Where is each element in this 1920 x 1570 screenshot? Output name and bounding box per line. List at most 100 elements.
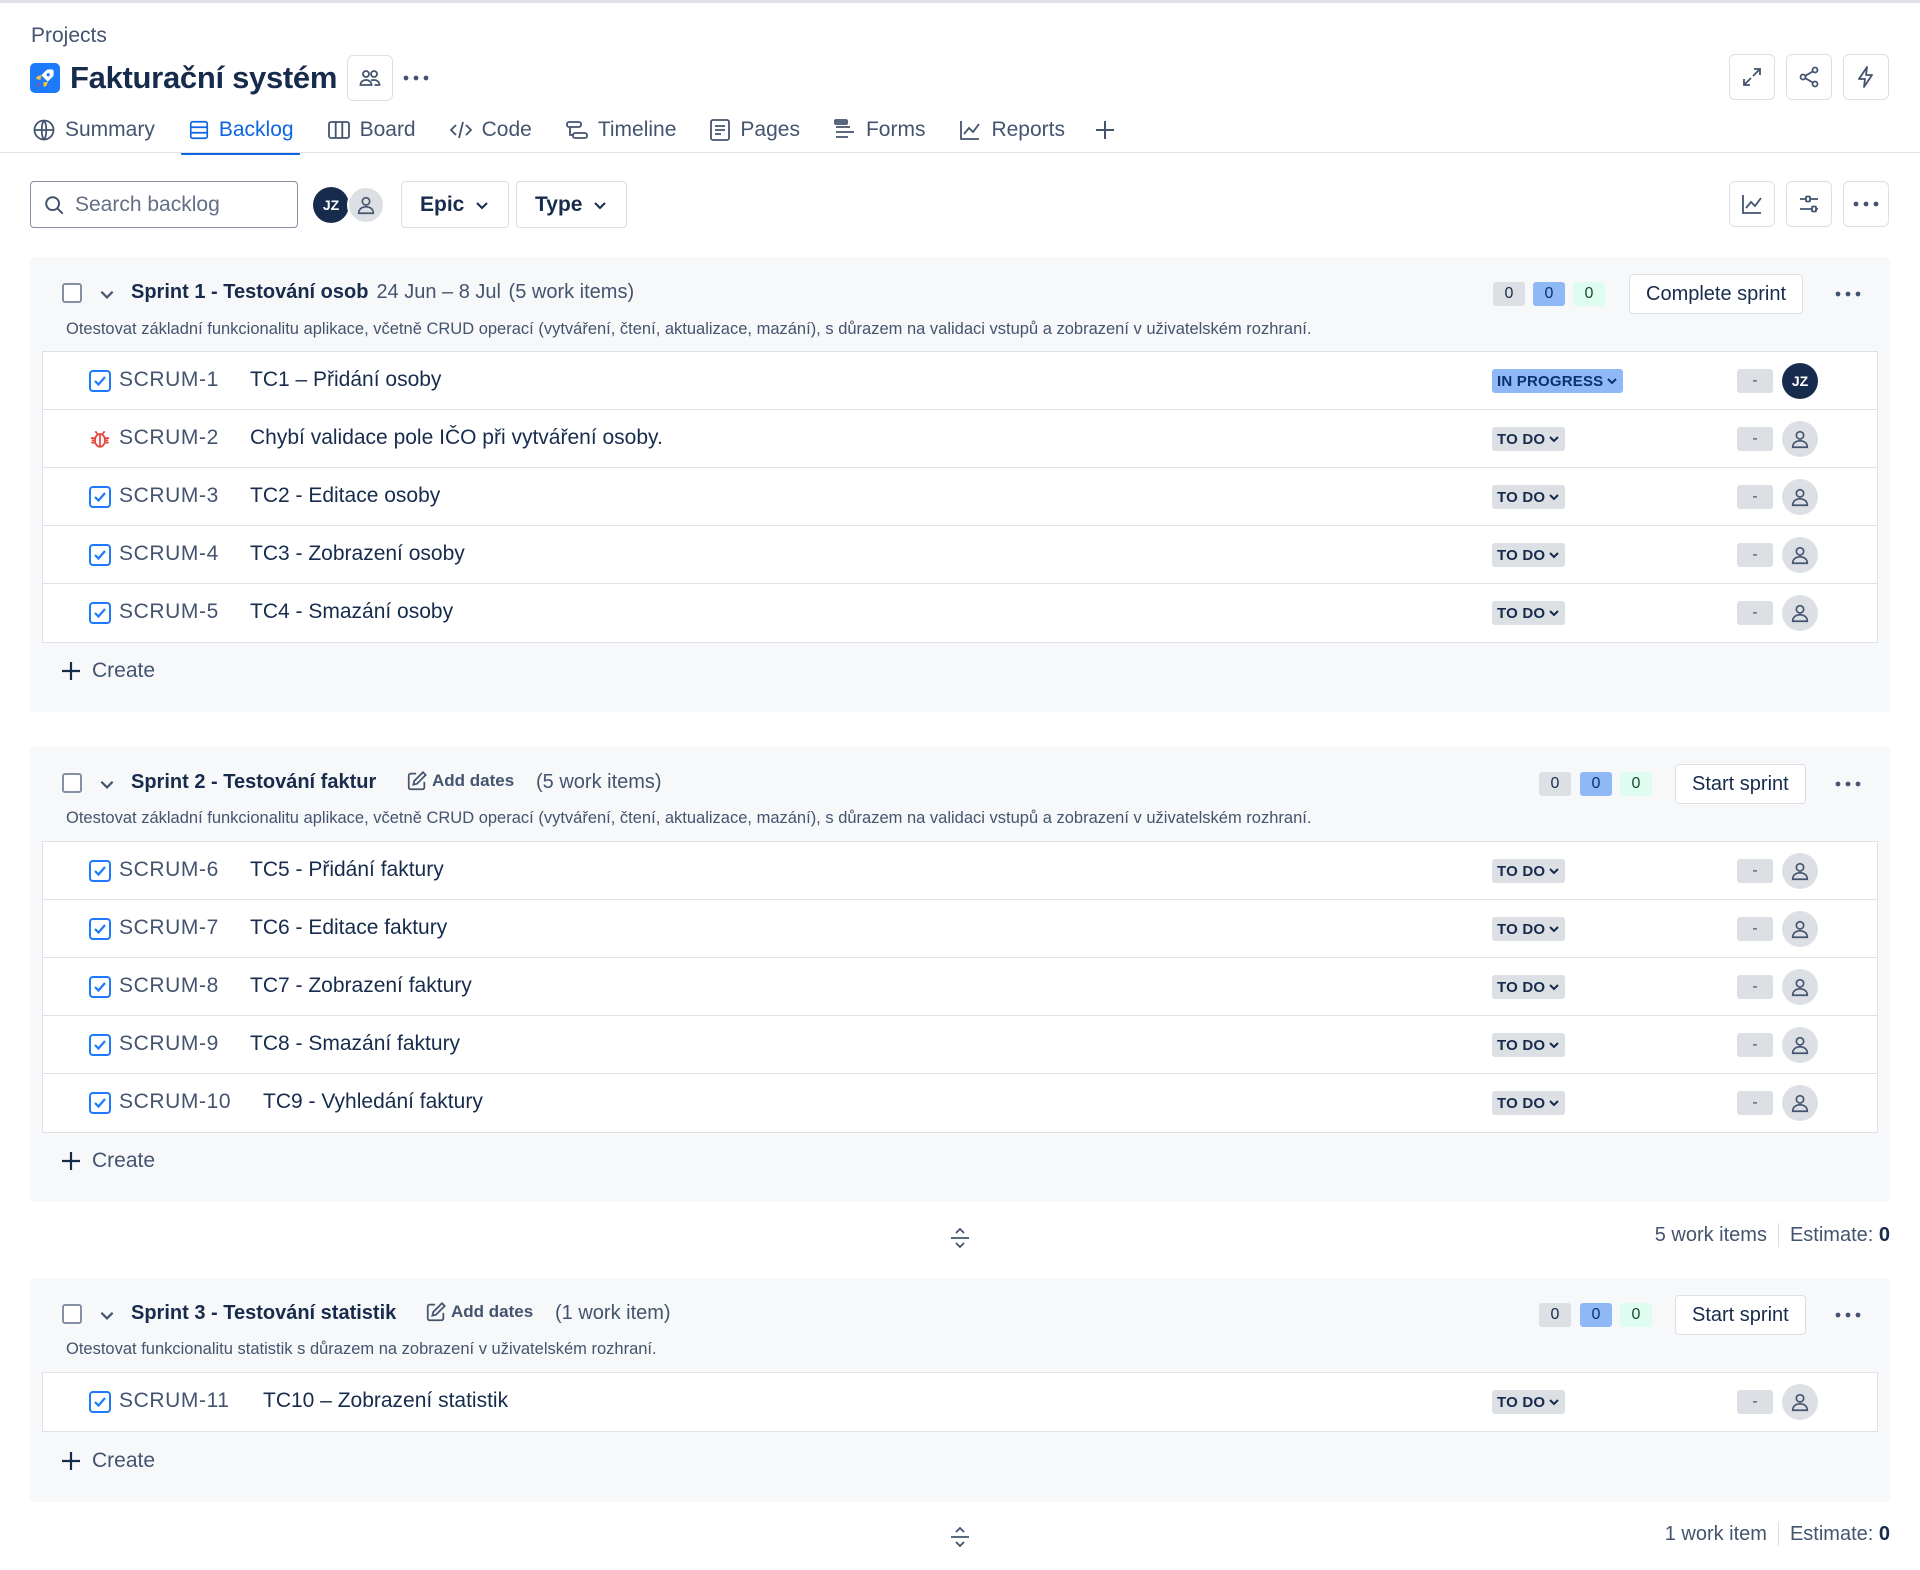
start-sprint-button[interactable]: Start sprint bbox=[1675, 1295, 1806, 1335]
assignee-avatar[interactable] bbox=[1782, 1027, 1818, 1063]
table-row[interactable]: SCRUM-4 TC3 - Zobrazení osoby TO DO - bbox=[43, 526, 1877, 584]
tab-forms[interactable]: Forms bbox=[833, 112, 925, 148]
item-title[interactable]: TC9 - Vyhledání faktury bbox=[263, 1090, 483, 1114]
table-row[interactable]: SCRUM-11 TC10 – Zobrazení statistik TO D… bbox=[43, 1373, 1877, 1431]
sprint-title[interactable]: Sprint 2 - Testování faktur bbox=[131, 771, 376, 794]
item-key[interactable]: SCRUM-5 bbox=[119, 600, 219, 624]
estimate-badge[interactable]: - bbox=[1737, 1033, 1773, 1057]
chevron-down-icon[interactable] bbox=[98, 1306, 116, 1324]
create-item-button[interactable]: Create bbox=[60, 659, 155, 683]
item-key[interactable]: SCRUM-9 bbox=[119, 1032, 219, 1056]
sprint-name[interactable]: Sprint 1 - Testování osob 24 Jun – 8 Jul … bbox=[131, 281, 634, 304]
estimate-badge[interactable]: - bbox=[1737, 485, 1773, 509]
avatar-filter-unassigned[interactable] bbox=[347, 186, 385, 224]
assignee-avatar[interactable] bbox=[1782, 421, 1818, 457]
item-key[interactable]: SCRUM-2 bbox=[119, 426, 219, 450]
project-more-button[interactable] bbox=[393, 55, 439, 101]
item-title[interactable]: TC3 - Zobrazení osoby bbox=[250, 542, 465, 566]
estimate-badge[interactable]: - bbox=[1737, 601, 1773, 625]
item-key[interactable]: SCRUM-11 bbox=[119, 1389, 230, 1413]
estimate-badge[interactable]: - bbox=[1737, 975, 1773, 999]
estimate-badge[interactable]: - bbox=[1737, 543, 1773, 567]
assignee-avatar[interactable] bbox=[1782, 595, 1818, 631]
complete-sprint-button[interactable]: Complete sprint bbox=[1629, 274, 1804, 314]
estimate-badge[interactable]: - bbox=[1737, 1091, 1773, 1115]
status-dropdown[interactable]: TO DO bbox=[1492, 601, 1566, 625]
estimate-badge[interactable]: - bbox=[1737, 1390, 1773, 1414]
item-title[interactable]: TC6 - Editace faktury bbox=[250, 916, 447, 940]
table-row[interactable]: SCRUM-2 Chybí validace pole IČO při vytv… bbox=[43, 410, 1877, 468]
tab-pages[interactable]: Pages bbox=[709, 112, 800, 148]
assignee-avatar[interactable] bbox=[1782, 969, 1818, 1005]
estimate-badge[interactable]: - bbox=[1737, 427, 1773, 451]
table-row[interactable]: SCRUM-3 TC2 - Editace osoby TO DO - bbox=[43, 468, 1877, 526]
search-field[interactable] bbox=[30, 181, 298, 228]
status-dropdown[interactable]: TO DO bbox=[1492, 485, 1566, 509]
chevron-down-icon[interactable] bbox=[98, 285, 116, 303]
status-dropdown[interactable]: TO DO bbox=[1492, 859, 1566, 883]
tab-summary[interactable]: Summary bbox=[32, 112, 155, 148]
status-dropdown[interactable]: TO DO bbox=[1492, 1091, 1566, 1115]
epic-filter-button[interactable]: Epic bbox=[401, 181, 510, 228]
backlog-more-button[interactable] bbox=[1843, 181, 1889, 227]
status-dropdown[interactable]: TO DO bbox=[1492, 1390, 1566, 1414]
start-sprint-button[interactable]: Start sprint bbox=[1675, 764, 1806, 804]
assignee-avatar[interactable] bbox=[1782, 537, 1818, 573]
item-key[interactable]: SCRUM-1 bbox=[119, 368, 219, 392]
item-key[interactable]: SCRUM-4 bbox=[119, 542, 219, 566]
status-dropdown[interactable]: TO DO bbox=[1492, 1033, 1566, 1057]
item-key[interactable]: SCRUM-8 bbox=[119, 974, 219, 998]
type-filter-button[interactable]: Type bbox=[516, 181, 628, 228]
estimate-badge[interactable]: - bbox=[1737, 369, 1773, 393]
share-button[interactable] bbox=[1786, 54, 1832, 100]
tab-reports[interactable]: Reports bbox=[958, 112, 1065, 148]
sprint-more-button[interactable] bbox=[1828, 274, 1868, 314]
chevron-down-icon[interactable] bbox=[98, 775, 116, 793]
avatar-filter-jz[interactable]: JZ bbox=[313, 187, 349, 223]
sprint-checkbox[interactable] bbox=[62, 773, 82, 793]
table-row[interactable]: SCRUM-5 TC4 - Smazání osoby TO DO - bbox=[43, 584, 1877, 642]
assignee-avatar[interactable] bbox=[1782, 911, 1818, 947]
item-title[interactable]: TC8 - Smazání faktury bbox=[250, 1032, 460, 1056]
table-row[interactable]: SCRUM-6 TC5 - Přidání faktury TO DO - bbox=[43, 842, 1877, 900]
status-dropdown[interactable]: TO DO bbox=[1492, 917, 1566, 941]
create-item-button[interactable]: Create bbox=[60, 1449, 155, 1473]
sprint-more-button[interactable] bbox=[1828, 1295, 1868, 1335]
resize-handle-icon[interactable] bbox=[948, 1525, 972, 1549]
sprint-checkbox[interactable] bbox=[62, 1304, 82, 1324]
status-dropdown[interactable]: TO DO bbox=[1492, 427, 1566, 451]
breadcrumb[interactable]: Projects bbox=[31, 24, 107, 48]
assignee-avatar[interactable] bbox=[1782, 1384, 1818, 1420]
item-title[interactable]: Chybí validace pole IČO při vytváření os… bbox=[250, 426, 663, 450]
status-dropdown[interactable]: TO DO bbox=[1492, 543, 1566, 567]
assignee-avatar[interactable]: JZ bbox=[1782, 363, 1818, 399]
create-item-button[interactable]: Create bbox=[60, 1149, 155, 1173]
add-dates-button[interactable]: Add dates bbox=[406, 770, 514, 792]
status-dropdown[interactable]: TO DO bbox=[1492, 975, 1566, 999]
item-title[interactable]: TC5 - Přidání faktury bbox=[250, 858, 444, 882]
sprint-checkbox[interactable] bbox=[62, 283, 82, 303]
add-dates-button[interactable]: Add dates bbox=[425, 1301, 533, 1323]
tab-timeline[interactable]: Timeline bbox=[565, 112, 676, 148]
estimate-badge[interactable]: - bbox=[1737, 859, 1773, 883]
item-title[interactable]: TC7 - Zobrazení faktury bbox=[250, 974, 472, 998]
table-row[interactable]: SCRUM-9 TC8 - Smazání faktury TO DO - bbox=[43, 1016, 1877, 1074]
estimate-badge[interactable]: - bbox=[1737, 917, 1773, 941]
item-title[interactable]: TC2 - Editace osoby bbox=[250, 484, 440, 508]
status-dropdown[interactable]: IN PROGRESS bbox=[1492, 369, 1624, 393]
tab-backlog[interactable]: Backlog bbox=[180, 112, 300, 155]
item-key[interactable]: SCRUM-10 bbox=[119, 1090, 231, 1114]
item-key[interactable]: SCRUM-3 bbox=[119, 484, 219, 508]
sprint-title[interactable]: Sprint 3 - Testování statistik bbox=[131, 1302, 396, 1325]
resize-handle-icon[interactable] bbox=[948, 1226, 972, 1250]
insights-button[interactable] bbox=[1729, 181, 1775, 227]
sprint-more-button[interactable] bbox=[1828, 764, 1868, 804]
view-settings-button[interactable] bbox=[1786, 181, 1832, 227]
assignee-avatar[interactable] bbox=[1782, 853, 1818, 889]
add-tab-button[interactable] bbox=[1090, 112, 1120, 148]
tab-board[interactable]: Board bbox=[327, 112, 416, 148]
item-key[interactable]: SCRUM-6 bbox=[119, 858, 219, 882]
item-title[interactable]: TC1 – Přidání osoby bbox=[250, 368, 441, 392]
fullscreen-button[interactable] bbox=[1729, 54, 1775, 100]
assignee-avatar[interactable] bbox=[1782, 479, 1818, 515]
